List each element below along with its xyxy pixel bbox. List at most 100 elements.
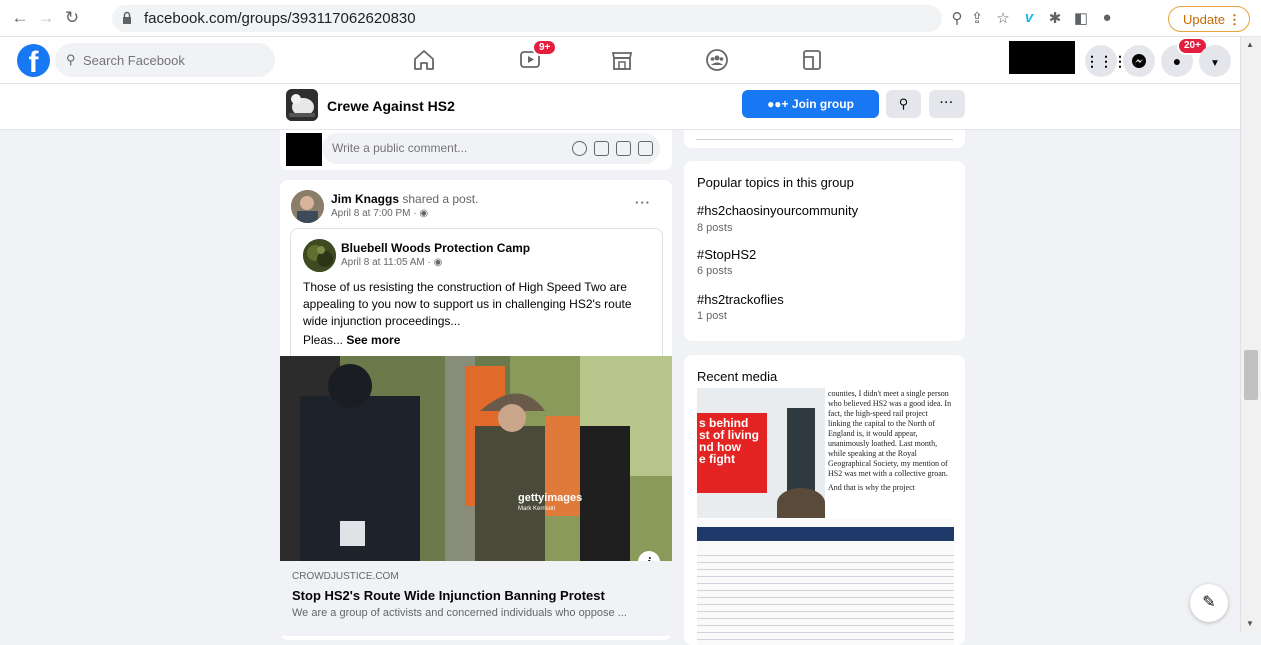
side-panel-icon[interactable]: ◧ — [1072, 9, 1090, 27]
browser-toolbar: ← → ↻ facebook.com/groups/39311706262083… — [0, 0, 1261, 37]
bell-icon: ● — [1172, 53, 1182, 69]
marketplace-icon[interactable] — [609, 47, 635, 73]
join-group-icon: ●●+ — [767, 97, 789, 111]
document-header-band — [697, 527, 954, 541]
watch-tab[interactable]: 9+ — [518, 39, 558, 73]
scroll-down-icon[interactable]: ▼ — [1246, 619, 1254, 628]
update-label: Update — [1183, 12, 1225, 27]
globe-icon: ◉ — [433, 257, 443, 268]
extensions-puzzle-icon[interactable]: ✱ — [1046, 9, 1064, 27]
getty-watermark: gettyimages — [518, 492, 583, 504]
sidebar-card-bottom — [684, 130, 965, 148]
zoom-icon[interactable]: ⚲ — [948, 9, 966, 27]
scroll-up-icon[interactable]: ▲ — [1246, 40, 1254, 49]
shared-time-text: April 8 at 11:05 AM · — [341, 257, 434, 268]
shared-author-avatar[interactable] — [303, 239, 336, 272]
account-button[interactable]: ▼ — [1199, 45, 1231, 77]
search-input[interactable] — [83, 51, 263, 69]
join-group-button[interactable]: ●●+ Join group — [742, 90, 879, 118]
page-scrollbar[interactable]: ▲ ▼ — [1240, 37, 1261, 632]
post-card: Jim Knaggs shared a post. April 8 at 7:0… — [280, 180, 672, 640]
gaming-icon[interactable] — [799, 47, 825, 73]
new-message-button[interactable]: ✎ — [1190, 584, 1228, 622]
scrollbar-thumb[interactable] — [1244, 350, 1258, 400]
topic-count: 8 posts — [697, 222, 733, 234]
address-bar[interactable]: facebook.com/groups/393117062620830 ⚲ — [112, 5, 963, 32]
watch-badge: 9+ — [532, 39, 558, 56]
forward-arrow-icon[interactable]: → — [36, 8, 56, 28]
shared-author-name[interactable]: Bluebell Woods Protection Camp — [341, 241, 530, 255]
vimeo-extension-icon[interactable]: v — [1020, 9, 1038, 26]
topic-link[interactable]: #hs2trackoflies — [697, 292, 784, 307]
topic-count: 6 posts — [697, 265, 733, 277]
recent-media-card: Recent media s behind st of living nd ho… — [684, 355, 965, 645]
topic-link[interactable]: #StopHS2 — [697, 247, 756, 262]
red-flyer: s behind st of living nd how e fight — [697, 413, 767, 493]
messenger-icon — [1132, 54, 1146, 68]
redacted-profile-block — [1009, 41, 1075, 74]
bookmark-star-icon[interactable]: ☆ — [994, 9, 1012, 27]
shared-avatar-image — [303, 239, 336, 272]
camera-icon[interactable] — [594, 141, 609, 156]
back-arrow-icon[interactable]: ← — [10, 8, 30, 28]
grid-icon: ⋮⋮⋮ — [1085, 53, 1127, 69]
gif-icon[interactable] — [616, 141, 631, 156]
menu-grid-button[interactable]: ⋮⋮⋮ — [1085, 45, 1127, 77]
comment-box[interactable] — [322, 133, 660, 164]
truncated-text: Pleas... — [303, 333, 347, 347]
poster-name[interactable]: Jim Knaggs — [331, 192, 399, 206]
profile-icon[interactable]: ● — [1098, 9, 1116, 26]
comment-input[interactable] — [332, 141, 532, 155]
link-title: Stop HS2's Route Wide Injunction Banning… — [292, 588, 605, 603]
group-search-button[interactable]: ⚲ — [886, 90, 921, 118]
recent-media-title: Recent media — [697, 369, 778, 384]
link-domain: CROWDJUSTICE.COM — [292, 571, 399, 582]
see-more-line: Pleas... See more — [303, 333, 400, 347]
kebab-menu-icon: ⋮ — [1228, 12, 1241, 27]
reload-icon[interactable]: ↻ — [62, 8, 82, 28]
post-photo[interactable]: gettyimages Mark Kerrison i — [280, 356, 672, 561]
topic-link[interactable]: #hs2chaosinyourcommunity — [697, 203, 858, 218]
article-text: counties, I didn't meet a single person … — [828, 389, 952, 478]
flyer-text: s behind st of living nd how e fight — [699, 417, 759, 465]
popular-topics-card: Popular topics in this group #hs2chaosin… — [684, 161, 965, 341]
notifications-button[interactable]: ● 20+ — [1161, 37, 1208, 77]
media-thumbnail[interactable]: counties, I didn't meet a single person … — [826, 388, 954, 518]
post-time-text: April 8 at 7:00 PM · — [331, 208, 420, 219]
link-preview[interactable]: CROWDJUSTICE.COM Stop HS2's Route Wide I… — [280, 561, 672, 636]
post-timestamp[interactable]: April 8 at 7:00 PM · ◉ — [331, 208, 428, 219]
shared-timestamp[interactable]: April 8 at 11:05 AM · ◉ — [341, 257, 442, 268]
groups-icon[interactable] — [704, 47, 730, 73]
search-icon: ⚲ — [66, 52, 76, 67]
media-thumbnail[interactable]: s behind st of living nd how e fight — [697, 388, 825, 518]
group-more-button[interactable]: ··· — [929, 90, 965, 118]
globe-icon: ◉ — [419, 208, 429, 219]
url-text: facebook.com/groups/393117062620830 — [144, 10, 416, 27]
article-text-continued: And that is why the project — [828, 483, 915, 492]
topic-count: 1 post — [697, 310, 727, 322]
media-thumbnail[interactable] — [697, 519, 954, 645]
popular-topics-title: Popular topics in this group — [697, 175, 854, 190]
home-icon[interactable] — [411, 47, 437, 73]
emoji-icon[interactable] — [572, 141, 587, 156]
group-avatar[interactable] — [286, 89, 318, 121]
facebook-search[interactable]: ⚲ — [55, 43, 275, 77]
update-button[interactable]: Update ⋮ — [1168, 6, 1250, 32]
redacted-avatar — [286, 133, 322, 166]
messenger-button[interactable] — [1123, 45, 1155, 77]
group-header: Crewe Against HS2 ●●+ Join group ⚲ ··· — [0, 84, 1240, 130]
share-icon[interactable]: ⇪ — [968, 9, 986, 27]
poster-avatar[interactable] — [291, 190, 324, 223]
protest-photo — [280, 356, 672, 561]
link-description: We are a group of activists and concerne… — [292, 607, 627, 619]
group-name[interactable]: Crewe Against HS2 — [327, 98, 455, 114]
post-more-button[interactable]: ··· — [635, 195, 651, 210]
facebook-logo-icon[interactable]: f — [17, 44, 50, 77]
poster-avatar-image — [291, 190, 324, 223]
group-avatar-image — [286, 89, 318, 121]
statue-base — [777, 488, 825, 518]
sticker-icon[interactable] — [638, 141, 653, 156]
document-table — [697, 549, 954, 645]
lock-icon — [123, 11, 131, 24]
see-more-link[interactable]: See more — [346, 333, 400, 347]
